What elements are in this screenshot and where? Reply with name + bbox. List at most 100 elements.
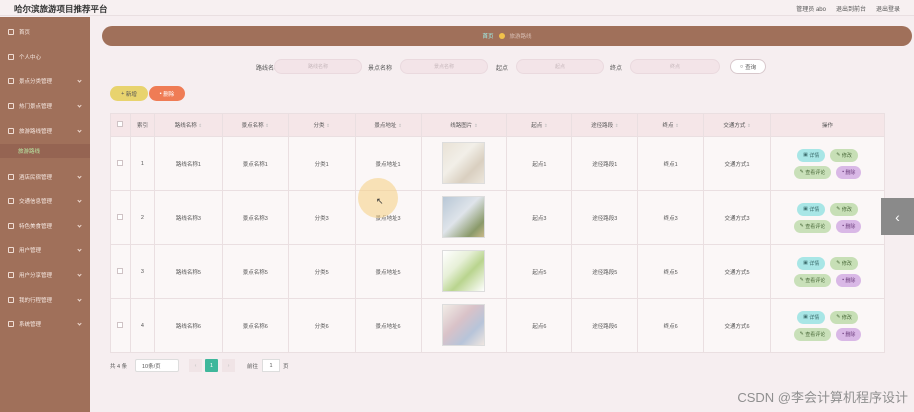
sidebar-item-transport[interactable]: 交通信息管理 [0,190,90,212]
admin-user[interactable]: 管理员 abo [796,4,826,13]
home-icon [8,29,14,35]
actions-row: ▣ 详情 ✎ 修改 [797,148,858,162]
col-via[interactable]: 途径路段 ⇕ [571,113,639,137]
breadcrumb-home[interactable]: 首页 [482,32,493,40]
sidebar-item-home[interactable]: 首页 [0,21,90,43]
cell-via: 途径路段5 [571,244,639,299]
sidebar-item-users[interactable]: 用户管理 [0,239,90,261]
add-button[interactable]: + 新增 [110,86,148,101]
sidebar-item-category[interactable]: 景点分类管理 [0,70,90,92]
edit-button[interactable]: ✎ 修改 [830,310,858,324]
page-size-select[interactable]: 10条/页 [135,359,179,372]
sidebar-item-shares[interactable]: 用户分享管理 [0,264,90,286]
col-end[interactable]: 终点 ⇕ [637,113,705,137]
chevron-down-icon [77,247,82,252]
col-route-image[interactable]: 线路图片 ⇕ [420,113,508,137]
batch-delete-button[interactable]: ▪ 删除 [149,86,185,101]
detail-button[interactable]: ▣ 详情 [797,148,826,162]
col-spot-name[interactable]: 景点名称 ⇕ [221,113,289,137]
spot-name-input[interactable]: 景点名称 [400,59,488,74]
delete-button[interactable]: ▪ 删除 [836,327,862,341]
separator-icon [498,33,505,39]
spot-icon [8,103,14,109]
view-comments-button[interactable]: ✎ 查看评论 [793,219,832,233]
sidebar-item-hot-spots[interactable]: 热门景点管理 [0,95,90,117]
col-transport[interactable]: 交通方式 ⇕ [703,113,771,137]
sidebar-item-system[interactable]: 系统管理 [0,313,90,335]
select-all-checkbox[interactable] [117,121,124,127]
search-icon: ○ [739,63,744,70]
route-map-image[interactable] [442,303,486,346]
cell-route-name: 路线名称3 [153,190,223,245]
view-comments-button[interactable]: ✎ 查看评论 [793,165,832,179]
cell-index: 2 [129,190,155,245]
chevron-left-icon[interactable]: ‹ [881,198,914,235]
col-index: 索引 [129,113,155,137]
cell-end: 终点6 [637,298,705,353]
next-page-button[interactable]: › [222,359,235,372]
cell-image [420,190,508,245]
search-button[interactable]: ○ 查询 [730,59,766,74]
detail-button[interactable]: ▣ 详情 [797,310,826,324]
goto-page-input[interactable]: 1 [262,359,280,372]
cell-address: 景点地址5 [354,244,422,299]
col-spot-address[interactable]: 景点地址 ⇕ [354,113,422,137]
route-map-image[interactable] [442,141,486,184]
delete-button[interactable]: ▪ 删除 [836,165,862,179]
row-checkbox[interactable] [117,213,124,220]
route-name-input[interactable]: 路线名称 [274,59,362,74]
row-select-cell [110,136,131,191]
frontend-link[interactable]: 退出到前台 [836,4,866,13]
cell-actions: ▣ 详情 ✎ 修改 ✎ 查看评论 ▪ 删除 [769,298,886,353]
row-checkbox[interactable] [117,321,124,328]
delete-button[interactable]: ▪ 删除 [836,273,862,287]
actions-row: ✎ 查看评论 ▪ 删除 [793,219,862,233]
sort-icon: ⇕ [675,123,679,128]
cell-category: 分类6 [287,298,356,353]
delete-button[interactable]: ▪ 删除 [836,219,862,233]
cell-index: 1 [129,136,155,191]
cell-route-name: 路线名称6 [153,298,223,353]
row-actions: ▣ 详情 ✎ 修改 ✎ 查看评论 ▪ 删除 [771,256,884,287]
row-checkbox[interactable] [117,159,124,166]
edit-button[interactable]: ✎ 修改 [830,256,858,270]
sidebar-item-food[interactable]: 特色美食管理 [0,215,90,237]
end-input[interactable]: 终点 [630,59,720,74]
cell-transport: 交通方式3 [703,190,771,245]
sidebar-item-routes[interactable]: 旅游路线管理 [0,120,90,142]
cell-route-name: 路线名称1 [153,136,223,191]
col-start[interactable]: 起点 ⇕ [506,113,573,137]
view-comments-button[interactable]: ✎ 查看评论 [793,273,832,287]
sidebar-item-itinerary[interactable]: 我的行程管理 [0,289,90,311]
edit-button[interactable]: ✎ 修改 [830,202,858,216]
route-map-image[interactable] [442,195,486,238]
mouse-cursor-icon: ↖ [376,196,384,206]
chevron-down-icon [77,78,82,83]
cell-actions: ▣ 详情 ✎ 修改 ✎ 查看评论 ▪ 删除 [769,190,886,245]
sidebar-subitem-routes[interactable]: 旅游路线 [0,144,90,158]
sort-icon: ⇕ [473,123,478,128]
sidebar-item-profile[interactable]: 个人中心 [0,46,90,68]
detail-button[interactable]: ▣ 详情 [797,202,826,216]
cell-category: 分类5 [287,244,356,299]
prev-page-button[interactable]: ‹ [189,359,202,372]
sidebar-item-hotels[interactable]: 酒店民宿管理 [0,166,90,188]
view-comments-button[interactable]: ✎ 查看评论 [793,327,832,341]
detail-button[interactable]: ▣ 详情 [797,256,826,270]
route-map-image[interactable] [442,249,486,292]
page-number-active[interactable]: 1 [205,359,218,372]
cell-image [420,298,508,353]
col-route-name[interactable]: 路线名称 ⇕ [153,113,223,137]
cell-via: 途径路段3 [571,190,639,245]
cell-spot-name: 景点名称6 [221,298,289,353]
cell-route-name: 路线名称5 [153,244,223,299]
cell-spot-name: 景点名称3 [221,190,289,245]
edit-button[interactable]: ✎ 修改 [830,148,858,162]
logout-link[interactable]: 退出登录 [876,4,900,13]
cell-transport: 交通方式5 [703,244,771,299]
chevron-down-icon [77,223,82,228]
row-checkbox[interactable] [117,267,124,274]
start-input[interactable]: 起点 [516,59,604,74]
col-category[interactable]: 分类 ⇕ [287,113,356,137]
chevron-down-icon [77,321,82,326]
